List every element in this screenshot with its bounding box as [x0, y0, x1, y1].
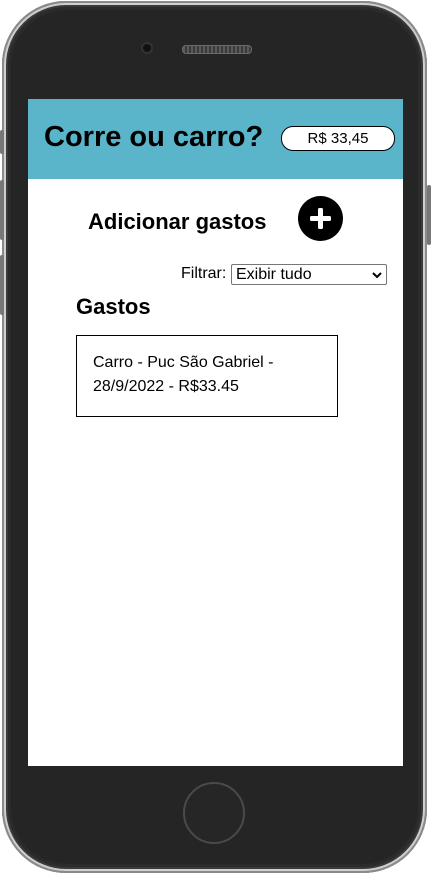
expense-item-text: Carro - Puc São Gabriel - 28/9/2022 - R$…	[93, 354, 274, 395]
volume-down-button	[0, 255, 4, 315]
app-title: Corre ou carro?	[44, 121, 264, 153]
earpiece-speaker	[182, 45, 252, 54]
filter-select[interactable]: Exibir tudo	[231, 264, 387, 285]
front-camera	[143, 44, 151, 52]
expense-item[interactable]: Carro - Puc São Gabriel - 28/9/2022 - R$…	[76, 335, 338, 417]
filter-selected-value: Exibir tudo	[236, 266, 312, 283]
power-button	[427, 185, 431, 245]
app-screen: Corre ou carro? R$ 33,45 Adicionar gasto…	[28, 99, 403, 766]
app-header: Corre ou carro? R$ 33,45	[28, 99, 403, 179]
expenses-title: Gastos	[76, 294, 151, 319]
chevron-down-icon	[372, 272, 382, 279]
plus-icon	[310, 208, 331, 229]
add-expense-button[interactable]	[298, 196, 343, 241]
filter-label: Filtrar:	[181, 265, 227, 282]
add-expenses-label: Adicionar gastos	[88, 209, 267, 234]
volume-up-button	[0, 180, 4, 240]
home-button[interactable]	[183, 782, 245, 844]
mute-switch	[0, 130, 4, 154]
balance-badge: R$ 33,45	[281, 126, 395, 151]
